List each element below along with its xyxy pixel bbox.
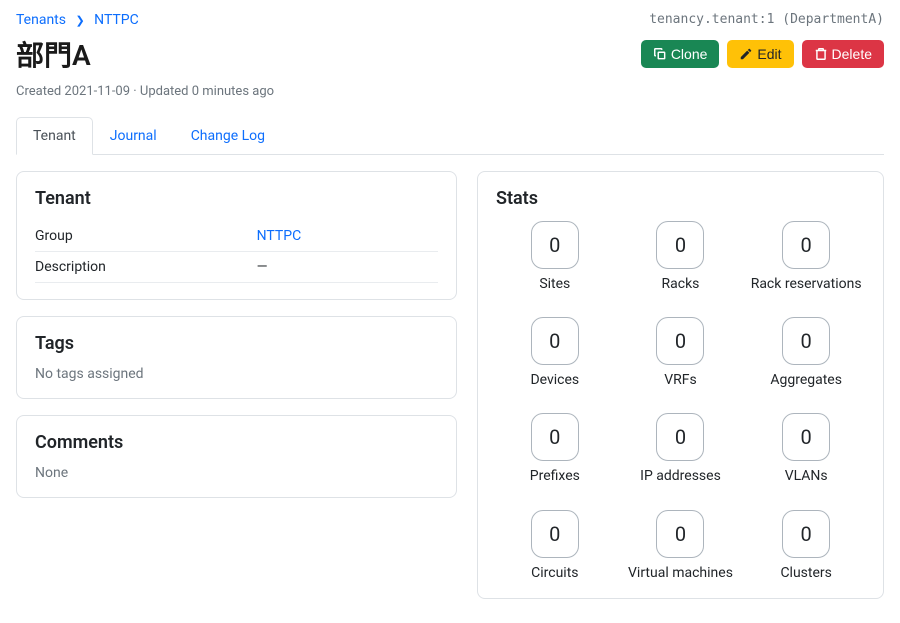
stat-count-box[interactable]: 0: [531, 413, 579, 461]
stat-item: 0 Sites: [496, 221, 614, 293]
copy-icon: [653, 47, 667, 61]
table-row: Group NTTPC: [35, 221, 438, 252]
tags-empty: No tags assigned: [35, 366, 438, 382]
stat-count-box[interactable]: 0: [531, 317, 579, 365]
group-label: Group: [35, 228, 257, 244]
delete-label: Delete: [832, 46, 872, 62]
tags-card: Tags No tags assigned: [16, 316, 457, 399]
delete-button[interactable]: Delete: [802, 40, 884, 68]
tags-card-title: Tags: [35, 333, 438, 354]
stat-item: 0 VRFs: [622, 317, 740, 389]
stat-item: 0 Virtual machines: [622, 510, 740, 582]
stat-item: 0 Aggregates: [747, 317, 865, 389]
description-label: Description: [35, 259, 257, 275]
stat-count-box[interactable]: 0: [531, 221, 579, 269]
stat-label: Virtual machines: [628, 564, 733, 582]
stat-item: 0 Prefixes: [496, 413, 614, 485]
tenant-card-title: Tenant: [35, 188, 438, 209]
edit-button[interactable]: Edit: [727, 40, 793, 68]
tabs: Tenant Journal Change Log: [16, 117, 884, 155]
clone-button[interactable]: Clone: [641, 40, 720, 68]
comments-card-title: Comments: [35, 432, 438, 453]
tenant-card: Tenant Group NTTPC Description —: [16, 171, 457, 300]
tab-journal[interactable]: Journal: [93, 117, 174, 155]
stat-label: Racks: [662, 275, 700, 293]
stat-label: Prefixes: [530, 467, 580, 485]
stat-count-box[interactable]: 0: [656, 413, 704, 461]
stat-label: Aggregates: [770, 371, 842, 389]
stats-card: Stats 0 Sites 0 Racks 0 Rack reservations 0 Dev…: [477, 171, 884, 599]
stat-item: 0 Circuits: [496, 510, 614, 582]
meta-timestamps: Created 2021-11-09 · Updated 0 minutes a…: [16, 84, 884, 99]
stat-count-box[interactable]: 0: [656, 510, 704, 558]
stat-item: 0 Rack reservations: [747, 221, 865, 293]
stat-item: 0 IP addresses: [622, 413, 740, 485]
group-link[interactable]: NTTPC: [257, 228, 302, 244]
trash-icon: [814, 47, 828, 61]
stat-label: Sites: [539, 275, 570, 293]
stat-count-box[interactable]: 0: [782, 221, 830, 269]
stat-count-box[interactable]: 0: [782, 413, 830, 461]
chevron-right-icon: ❯: [75, 14, 84, 27]
edit-label: Edit: [757, 46, 781, 62]
stats-card-title: Stats: [496, 188, 865, 209]
stat-count-box[interactable]: 0: [782, 510, 830, 558]
stat-count-box[interactable]: 0: [531, 510, 579, 558]
stat-label: VLANs: [785, 467, 828, 485]
stat-label: Clusters: [780, 564, 831, 582]
stat-label: Circuits: [531, 564, 578, 582]
action-buttons: Clone Edit Delete: [641, 40, 884, 68]
object-reference: tenancy.tenant:1 (DepartmentA): [649, 12, 884, 27]
stat-label: VRFs: [664, 371, 697, 389]
breadcrumb-current[interactable]: NTTPC: [94, 12, 139, 28]
pencil-icon: [739, 47, 753, 61]
stat-count-box[interactable]: 0: [782, 317, 830, 365]
stat-label: IP addresses: [640, 467, 721, 485]
table-row: Description —: [35, 252, 438, 283]
tab-tenant[interactable]: Tenant: [16, 117, 93, 155]
stat-item: 0 Clusters: [747, 510, 865, 582]
stat-item: 0 Devices: [496, 317, 614, 389]
breadcrumb: Tenants ❯ NTTPC: [16, 12, 139, 28]
stat-item: 0 VLANs: [747, 413, 865, 485]
stat-item: 0 Racks: [622, 221, 740, 293]
stat-label: Devices: [530, 371, 579, 389]
clone-label: Clone: [671, 46, 708, 62]
stat-count-box[interactable]: 0: [656, 221, 704, 269]
stat-label: Rack reservations: [751, 275, 862, 293]
tab-changelog[interactable]: Change Log: [174, 117, 282, 155]
stat-count-box[interactable]: 0: [656, 317, 704, 365]
breadcrumb-root[interactable]: Tenants: [16, 12, 66, 28]
page-title: 部門A: [16, 34, 91, 74]
comments-card: Comments None: [16, 415, 457, 498]
description-value: —: [257, 259, 438, 275]
comments-empty: None: [35, 465, 438, 481]
